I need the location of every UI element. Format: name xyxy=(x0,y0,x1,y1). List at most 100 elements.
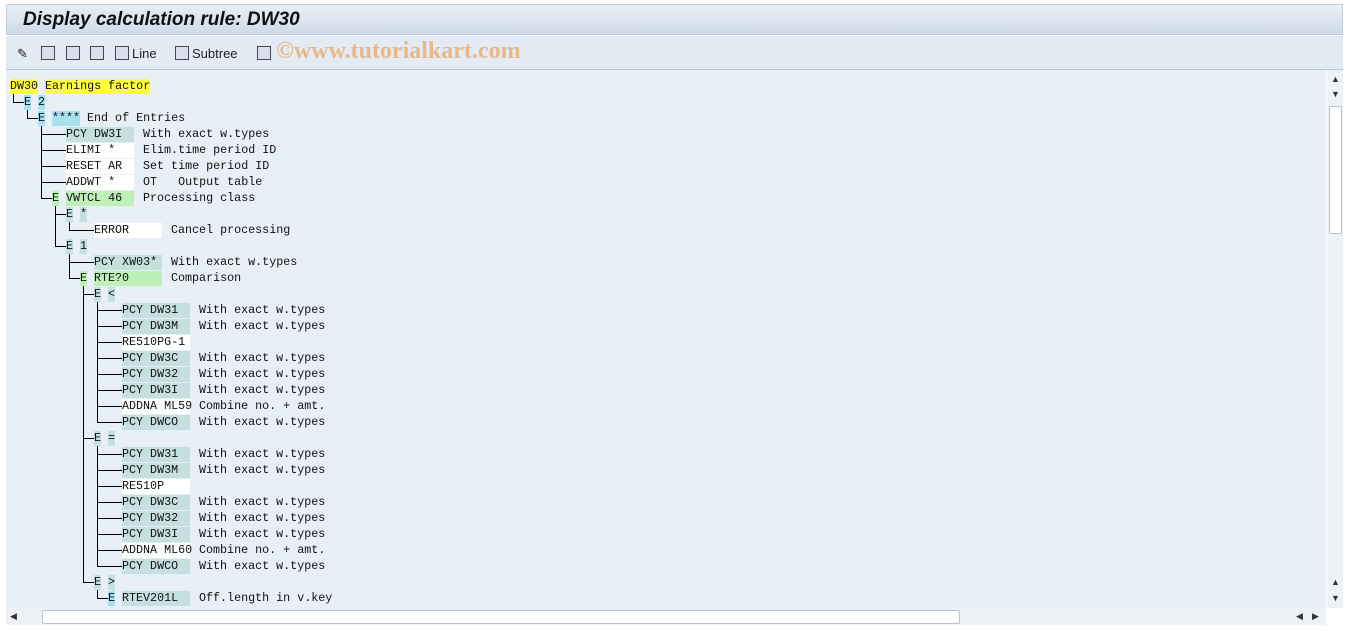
scroll-right-icon[interactable]: ▶ xyxy=(1312,611,1319,622)
scroll-left-icon[interactable]: ◀ xyxy=(10,611,17,622)
node-expand-icon[interactable]: E xyxy=(94,431,102,446)
operation[interactable]: RE510P xyxy=(122,479,190,494)
tree-connector xyxy=(27,118,38,119)
operation[interactable]: PCY DW3I xyxy=(66,127,134,142)
operation-description: With exact w.types xyxy=(171,255,298,269)
node-key[interactable]: **** xyxy=(52,111,81,126)
operation[interactable]: PCY DWCO xyxy=(122,415,190,430)
vertical-scrollbar[interactable]: ▲ ▼ ▲ ▼ xyxy=(1327,70,1343,608)
collapse-button[interactable] xyxy=(90,44,104,62)
operation[interactable]: PCY DW31 xyxy=(122,303,190,318)
print-icon xyxy=(257,46,271,60)
tree-connector xyxy=(41,134,66,135)
operation[interactable]: PCY DW31 xyxy=(122,447,190,462)
node-expand-icon[interactable]: E xyxy=(66,207,74,222)
tree-connector xyxy=(97,470,122,471)
operation[interactable]: PCY DW32 xyxy=(122,511,190,526)
node-expand-icon[interactable]: E xyxy=(94,575,102,590)
hierarchy-button[interactable] xyxy=(41,44,55,62)
tree-connector xyxy=(97,534,122,535)
node-expand-icon[interactable]: E xyxy=(108,591,116,606)
tree-connector xyxy=(97,422,122,423)
operation-description: With exact w.types xyxy=(199,527,326,541)
operation[interactable]: PCY XW03* xyxy=(94,255,162,270)
tree-connector xyxy=(83,438,94,439)
node-key[interactable]: > xyxy=(108,575,116,590)
vertical-scroll-thumb[interactable] xyxy=(1329,106,1342,234)
edit-button[interactable]: ✎ xyxy=(17,44,31,62)
tree-connector xyxy=(69,278,80,279)
operation-description: With exact w.types xyxy=(143,127,270,141)
node-key[interactable]: 1 xyxy=(80,239,88,254)
node-description: Processing class xyxy=(143,191,256,205)
tree-connector xyxy=(97,342,122,343)
operation[interactable]: RESET AR xyxy=(66,159,134,174)
node-expand-icon[interactable]: E xyxy=(80,271,88,286)
tree-connector xyxy=(97,598,108,599)
operation[interactable]: ADDWT * xyxy=(66,175,134,190)
tree-connector xyxy=(97,566,122,567)
scroll-up-icon[interactable]: ▲ xyxy=(1331,577,1340,587)
operation[interactable]: PCY DW32 xyxy=(122,367,190,382)
tree-connector xyxy=(83,582,94,583)
horizontal-scrollbar[interactable]: ◀ ◀ ▶ xyxy=(6,608,1326,625)
scroll-down-icon[interactable]: ▼ xyxy=(1331,89,1340,99)
operation-description: Combine no. + amt. xyxy=(199,543,326,557)
scroll-left-icon[interactable]: ◀ xyxy=(1296,611,1303,622)
node-key[interactable]: RTEV201L xyxy=(122,591,190,606)
node-key[interactable]: < xyxy=(108,287,116,302)
print-button[interactable] xyxy=(257,44,271,62)
tree-connector xyxy=(13,102,24,103)
hierarchy-icon xyxy=(41,46,55,60)
watermark: ©www.tutorialkart.com xyxy=(276,38,521,64)
node-expand-icon[interactable]: E xyxy=(52,191,60,206)
operation-description: Combine no. + amt. xyxy=(199,399,326,413)
rule-id: DW30 xyxy=(10,79,39,94)
tree-connector xyxy=(83,294,94,295)
tree-connector xyxy=(41,182,66,183)
tree-connector xyxy=(41,198,52,199)
operation[interactable]: ADDNA ML60 xyxy=(122,543,192,558)
subtree-button[interactable]: Subtree xyxy=(175,44,238,62)
operation[interactable]: ADDNA ML59 xyxy=(122,399,192,414)
operation[interactable]: PCY DW3M xyxy=(122,319,190,334)
tree-connector xyxy=(97,390,122,391)
operation[interactable]: ELIMI * xyxy=(66,143,134,158)
operation[interactable]: PCY DWCO xyxy=(122,559,190,574)
node-key[interactable]: VWTCL 46 xyxy=(66,191,134,206)
rule-tree: DW30 Earnings factor E 2 E **** End of Entries… xyxy=(6,70,1326,608)
line-button[interactable]: Line xyxy=(115,44,157,62)
node-expand-icon[interactable]: E xyxy=(24,95,32,110)
operation[interactable]: PCY DW3C xyxy=(122,495,190,510)
node-key[interactable]: 2 xyxy=(38,95,46,110)
operation[interactable]: PCY DW3M xyxy=(122,463,190,478)
scroll-up-icon[interactable]: ▲ xyxy=(1331,74,1340,84)
node-expand-icon[interactable]: E xyxy=(66,239,74,254)
operation[interactable]: PCY DW3I xyxy=(122,527,190,542)
operation-description: With exact w.types xyxy=(199,351,326,365)
operation[interactable]: ERROR xyxy=(94,223,162,238)
node-key[interactable]: * xyxy=(80,207,88,222)
horizontal-scroll-thumb[interactable] xyxy=(42,610,960,624)
operation[interactable]: PCY DW3C xyxy=(122,351,190,366)
tree-connector xyxy=(41,126,42,199)
tree-connector xyxy=(97,310,122,311)
node-expand-icon[interactable]: E xyxy=(38,111,46,126)
tree-connector xyxy=(41,166,66,167)
collapse-icon xyxy=(90,46,104,60)
operation-description: With exact w.types xyxy=(199,559,326,573)
operation[interactable]: RE510PG-1 xyxy=(122,335,190,350)
expand-button[interactable] xyxy=(66,44,80,62)
node-key[interactable]: = xyxy=(108,431,116,446)
tree-connector xyxy=(55,214,66,215)
node-expand-icon[interactable]: E xyxy=(94,287,102,302)
tree-connector xyxy=(97,406,122,407)
operation-description: With exact w.types xyxy=(199,447,326,461)
node-key[interactable]: RTE?0 xyxy=(94,271,162,286)
tree-connector xyxy=(97,326,122,327)
scroll-down-icon[interactable]: ▼ xyxy=(1331,593,1340,603)
operation[interactable]: PCY DW3I xyxy=(122,383,190,398)
tree-connector xyxy=(97,486,122,487)
node-description: Comparison xyxy=(171,271,242,285)
tree-connector xyxy=(97,518,122,519)
